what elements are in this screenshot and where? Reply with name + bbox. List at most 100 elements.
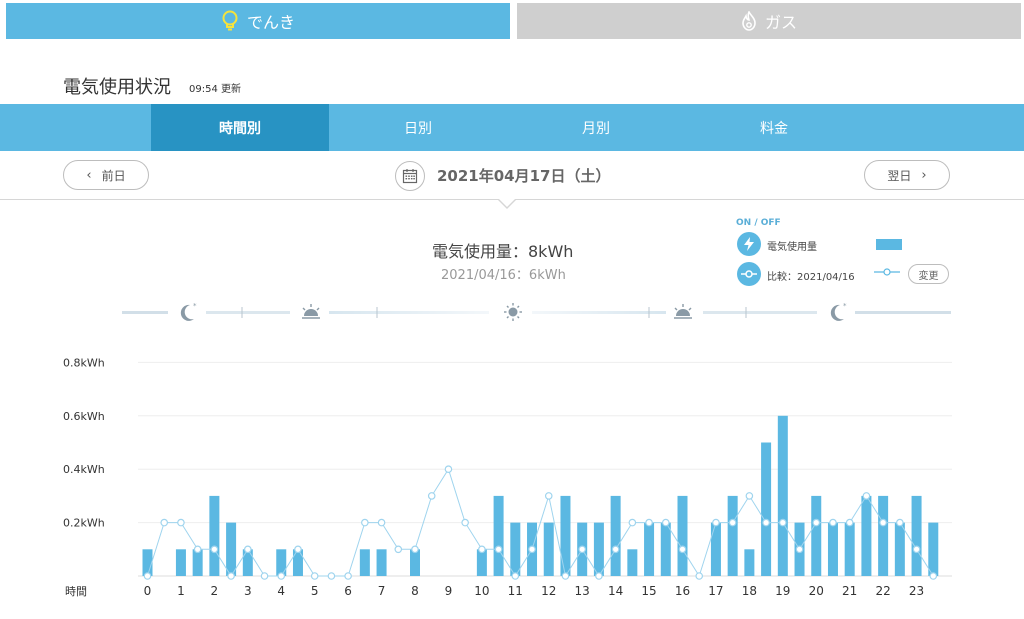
compare-point[interactable] [779,518,787,527]
compare-point[interactable] [411,545,419,554]
compare-point[interactable] [260,572,269,580]
compare-point[interactable] [160,518,169,527]
compare-point[interactable] [812,518,821,527]
compare-point[interactable] [143,572,152,580]
usage-bar[interactable] [359,549,370,576]
usage-bar[interactable] [175,549,186,576]
compare-point[interactable] [795,545,804,554]
tab-electric[interactable]: でんき [6,3,510,39]
x-tick-label: 13 [575,584,590,598]
usage-bar[interactable] [242,549,253,576]
usage-bar[interactable] [660,522,671,576]
compare-point[interactable] [210,545,219,554]
compare-point[interactable] [227,572,235,580]
compare-point[interactable] [762,518,770,527]
compare-point[interactable] [728,518,737,527]
usage-bar[interactable] [560,495,571,576]
compare-point[interactable] [193,545,202,554]
usage-bar[interactable] [911,495,922,576]
compare-point[interactable] [862,492,871,500]
compare-point[interactable] [294,545,302,554]
compare-point[interactable] [277,572,286,580]
usage-bar[interactable] [142,549,153,576]
compare-point[interactable] [528,545,536,554]
tab-hourly[interactable]: 時間別 [151,104,329,151]
compare-point[interactable] [177,518,185,527]
compare-point[interactable] [494,545,503,554]
usage-bar[interactable] [376,549,387,576]
compare-point[interactable] [645,518,653,527]
usage-bar[interactable] [811,495,822,576]
compare-point[interactable] [896,518,904,527]
tab-daily[interactable]: 日別 [329,104,507,151]
compare-point[interactable] [478,545,486,554]
compare-point[interactable] [879,518,887,527]
usage-bar[interactable] [209,495,220,576]
usage-bar[interactable] [493,495,504,576]
compare-point[interactable] [361,518,369,527]
legend-bar-swatch [876,239,902,250]
compare-point[interactable] [678,545,687,554]
compare-point[interactable] [578,545,586,554]
compare-point[interactable] [394,545,403,554]
compare-point[interactable] [912,545,921,554]
usage-bar[interactable] [744,549,755,576]
usage-bar[interactable] [226,522,237,576]
compare-point[interactable] [845,518,854,527]
usage-bar[interactable] [844,522,855,576]
compare-point[interactable] [427,492,436,500]
compare-toggle-button[interactable] [737,262,761,286]
usage-bar[interactable] [476,549,487,576]
usage-bar[interactable] [644,522,655,576]
time-of-day-strip: * * [122,302,951,321]
compare-point[interactable] [745,492,754,500]
compare-point[interactable] [712,518,720,527]
compare-point[interactable] [244,545,252,554]
compare-point[interactable] [561,572,570,580]
usage-bar[interactable] [410,549,420,576]
usage-bar[interactable] [292,549,303,576]
compare-point[interactable] [544,492,553,500]
compare-point[interactable] [628,518,637,527]
usage-bar[interactable] [878,495,889,576]
compare-point[interactable] [661,518,670,527]
tab-gas[interactable]: ガス [517,3,1021,39]
compare-point[interactable] [511,572,520,580]
usage-bar[interactable] [827,522,838,576]
date-navigation: ‹ 前日 2021年04月17日（土） 翌日 › [0,151,1024,200]
usage-bar[interactable] [761,442,772,577]
usage-bar[interactable] [610,495,621,576]
compare-point[interactable] [595,572,603,580]
usage-bar[interactable] [543,522,554,576]
usage-bar[interactable] [192,549,203,576]
usage-bar[interactable] [710,522,721,576]
compare-point[interactable] [377,518,386,527]
usage-toggle-button[interactable] [737,232,761,256]
usage-bar[interactable] [928,522,939,576]
compare-point[interactable] [695,572,704,580]
usage-bar[interactable] [276,549,287,576]
usage-bar[interactable] [677,495,688,576]
tab-charges[interactable]: 料金 [685,104,863,151]
usage-bar[interactable] [510,522,521,576]
compare-point[interactable] [344,572,352,580]
usage-bar[interactable] [627,549,638,576]
calendar-button[interactable] [395,161,425,191]
compare-point[interactable] [327,572,336,580]
usage-bar[interactable] [894,522,905,576]
next-day-button[interactable]: 翌日 › [864,160,950,190]
compare-point[interactable] [444,465,453,474]
compare-point[interactable] [611,545,620,554]
compare-point[interactable] [829,518,837,527]
compare-point[interactable] [929,572,938,580]
change-compare-button[interactable]: 変更 [908,264,949,284]
usage-bar[interactable] [593,522,604,576]
compare-point[interactable] [310,572,319,580]
chart-bars [142,415,939,577]
usage-bar[interactable] [727,495,738,576]
tab-monthly[interactable]: 月別 [507,104,685,151]
usage-bar[interactable] [861,495,872,576]
usage-bar[interactable] [777,415,788,576]
compare-point[interactable] [461,518,469,527]
prev-day-button[interactable]: ‹ 前日 [63,160,149,190]
